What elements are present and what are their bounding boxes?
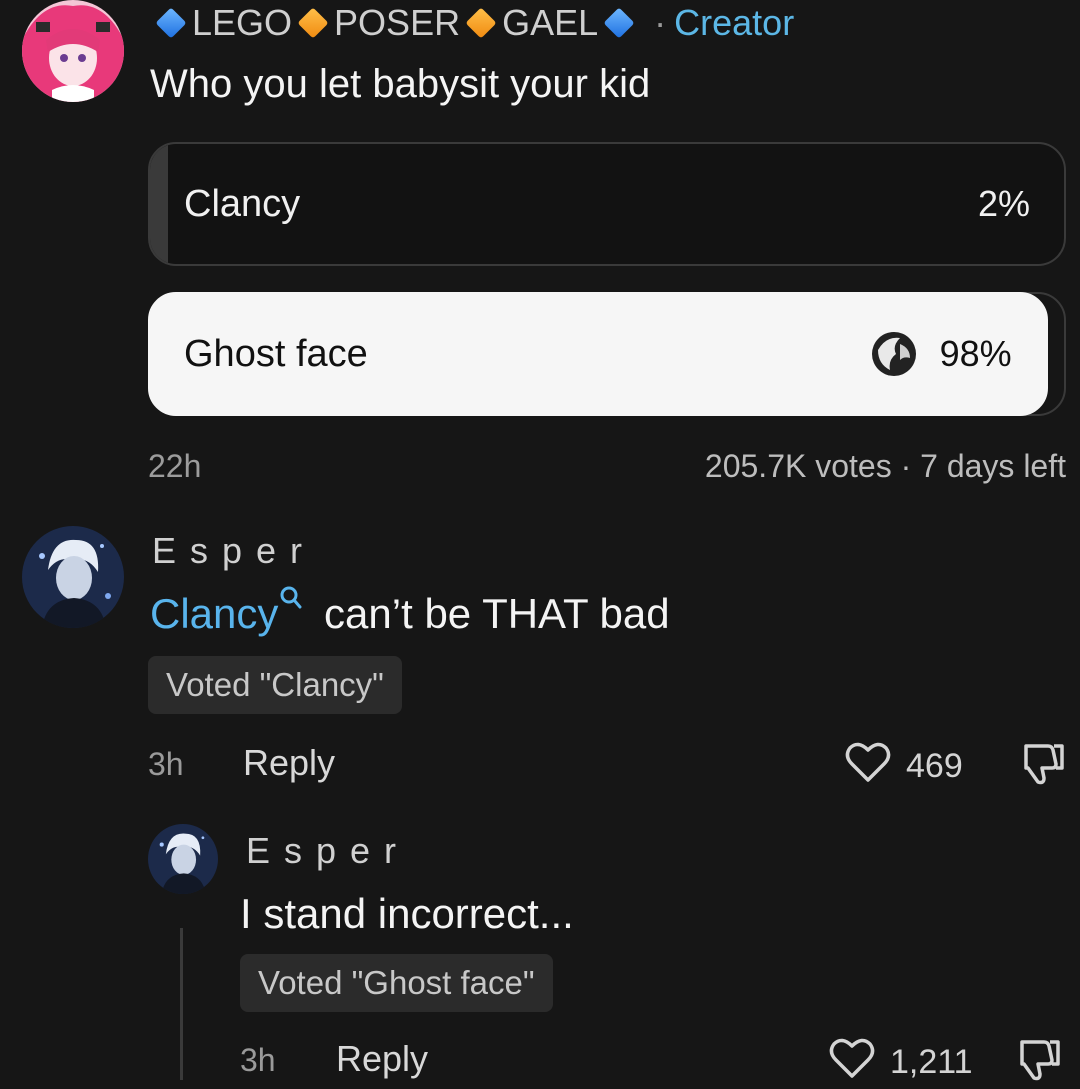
comment-author[interactable]: Esper xyxy=(246,830,410,872)
author-name-part: LEGO xyxy=(192,2,293,43)
author-name-part: GAEL xyxy=(502,2,599,43)
vote-chip: Voted "Clancy" xyxy=(148,656,402,714)
comment-author[interactable]: Esper xyxy=(152,530,316,572)
poll-timestamp: 22h xyxy=(148,448,202,484)
poll-option-label: Ghost face xyxy=(184,332,368,375)
user-avatar-voted-icon xyxy=(870,330,918,378)
poll-votes-meta: 205.7K votes · 7 days left xyxy=(704,448,1066,484)
post-author-line[interactable]: LEGO POSER GAEL · Creator xyxy=(150,0,794,46)
vote-chip: Voted "Ghost face" xyxy=(240,954,553,1012)
poll-percent-text: 98% xyxy=(939,333,1012,374)
poll-option-percent: 98% xyxy=(870,294,1012,414)
reply-button[interactable]: Reply xyxy=(243,742,335,784)
mention-link[interactable]: Clancy xyxy=(150,590,278,637)
like-count: 1,211 xyxy=(890,1043,973,1081)
heart-icon xyxy=(828,1036,876,1089)
reply-button[interactable]: Reply xyxy=(336,1038,428,1080)
heart-icon xyxy=(844,740,892,793)
like-button[interactable]: 1,211 xyxy=(828,1036,973,1089)
thread-line xyxy=(180,928,183,1080)
comment-timestamp: 3h xyxy=(240,1042,276,1078)
poll-option-percent: 2% xyxy=(978,144,1030,264)
creator-avatar[interactable] xyxy=(22,0,124,102)
poll-option-label: Clancy xyxy=(184,182,301,225)
blue-diamond-icon xyxy=(603,7,635,39)
post-text: Who you let babysit your kid xyxy=(150,62,651,106)
dislike-button[interactable] xyxy=(1014,1036,1062,1089)
blue-diamond-icon xyxy=(155,7,187,39)
comment-text: Clancy can’t be THAT bad xyxy=(150,586,670,638)
dislike-button[interactable] xyxy=(1018,740,1066,793)
commenter-avatar[interactable] xyxy=(148,824,218,894)
author-name-part: POSER xyxy=(334,2,461,43)
commenter-avatar[interactable] xyxy=(22,526,124,628)
comment-body: can’t be THAT bad xyxy=(312,590,670,637)
poll-option-clancy[interactable]: Clancy 2% xyxy=(148,142,1066,266)
poll-option-ghost-face[interactable]: Ghost face 98% xyxy=(148,292,1048,416)
thumbs-down-icon xyxy=(1018,744,1066,792)
comment-timestamp: 3h xyxy=(148,746,184,782)
poll-result-bar xyxy=(150,144,169,264)
comment-text: I stand incorrect... xyxy=(240,890,574,937)
like-button[interactable]: 469 xyxy=(844,740,963,793)
separator-dot: · xyxy=(654,2,667,43)
poll-percent-text: 2% xyxy=(977,183,1030,224)
orange-diamond-icon xyxy=(465,7,497,39)
search-icon[interactable] xyxy=(280,572,302,620)
orange-diamond-icon xyxy=(297,7,329,39)
like-count: 469 xyxy=(906,747,963,785)
creator-badge: Creator xyxy=(674,2,795,43)
